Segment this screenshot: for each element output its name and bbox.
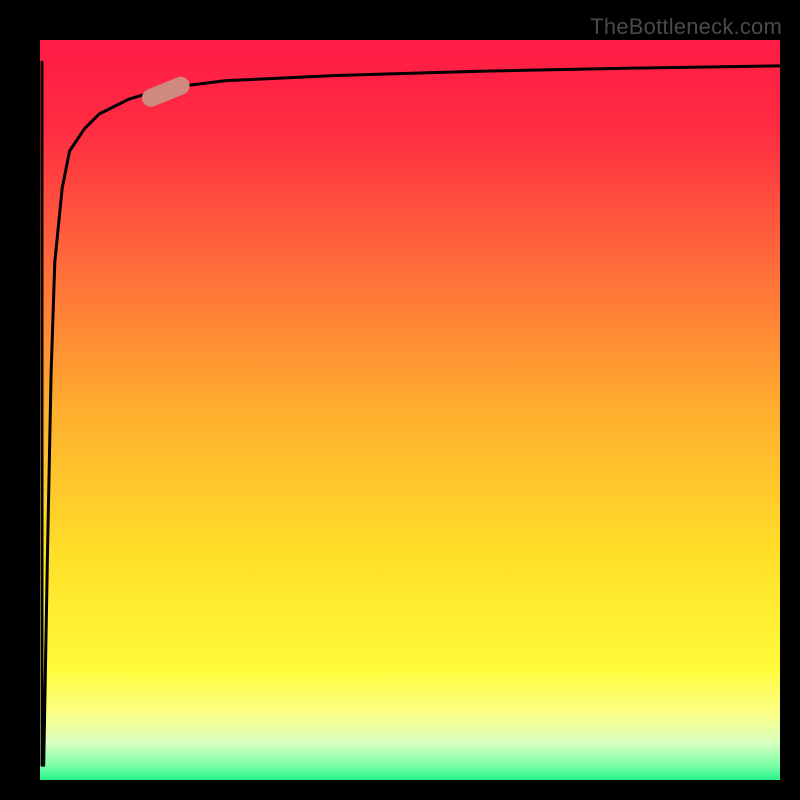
curve-layer xyxy=(40,40,780,780)
curve-main xyxy=(44,66,780,765)
watermark-text: TheBottleneck.com xyxy=(590,14,782,40)
marker-pill xyxy=(139,74,192,109)
plot-area xyxy=(40,40,780,780)
chart-stage: TheBottleneck.com xyxy=(0,0,800,800)
